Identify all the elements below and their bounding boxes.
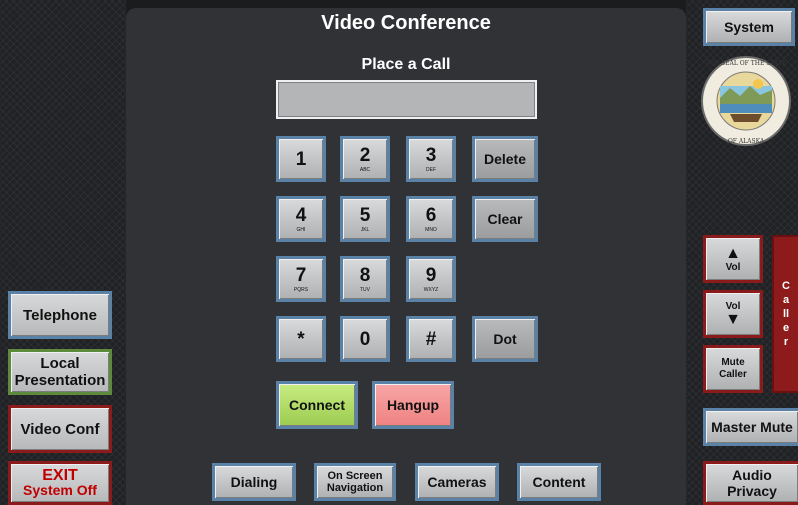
- volume-up-button[interactable]: ▲ Vol: [703, 235, 763, 283]
- state-seal-logo: THE SEAL OF THE STATE OF ALASKA: [701, 56, 791, 146]
- dot-label: Dot: [493, 331, 517, 347]
- video-conf-button[interactable]: Video Conf: [8, 405, 112, 453]
- key-9[interactable]: 9 WXYZ: [406, 256, 456, 302]
- key-9-letters: WXYZ: [423, 286, 439, 293]
- system-off-label: System Off: [23, 482, 97, 498]
- key-5-letters: JKL: [360, 226, 370, 233]
- key-2-digit: 2: [359, 144, 371, 166]
- key-2[interactable]: 2 ABC: [340, 136, 390, 182]
- connect-button[interactable]: Connect: [276, 381, 358, 429]
- master-mute-button[interactable]: Master Mute: [703, 408, 798, 446]
- key-hash-digit: #: [425, 328, 437, 350]
- triangle-down-icon: ▼: [725, 310, 741, 328]
- audio-privacy-button[interactable]: Audio Privacy: [703, 461, 798, 505]
- caller-side-tab[interactable]: Caller: [772, 235, 798, 393]
- key-4-digit: 4: [295, 204, 307, 226]
- telephone-button[interactable]: Telephone: [8, 291, 112, 339]
- key-1-digit: 1: [295, 148, 307, 170]
- mute-label: Mute: [721, 357, 745, 368]
- system-label: System: [724, 19, 774, 35]
- clear-button[interactable]: Clear: [472, 196, 538, 242]
- key-3-digit: 3: [425, 144, 437, 166]
- key-8[interactable]: 8 TUV: [340, 256, 390, 302]
- key-8-letters: TUV: [360, 286, 370, 293]
- tab-content-label: Content: [532, 474, 586, 490]
- vol-up-label: Vol: [725, 261, 741, 273]
- key-3-letters: DEF: [426, 166, 436, 173]
- key-7-digit: 7: [295, 264, 307, 286]
- key-4-letters: GHI: [296, 226, 306, 233]
- mute-caller-button[interactable]: Mute Caller: [703, 345, 763, 393]
- tab-cameras[interactable]: Cameras: [415, 463, 499, 501]
- tab-on-screen-label-line2: Navigation: [326, 482, 384, 494]
- local-presentation-line2: Presentation: [14, 372, 106, 389]
- privacy-label: Privacy: [727, 483, 777, 499]
- vol-down-label: Vol: [725, 300, 741, 312]
- key-star[interactable]: *: [276, 316, 326, 362]
- dot-button[interactable]: Dot: [472, 316, 538, 362]
- tab-cameras-label: Cameras: [427, 474, 487, 490]
- system-button[interactable]: System: [703, 8, 795, 46]
- clear-label: Clear: [487, 211, 523, 227]
- tab-dialing-label: Dialing: [230, 474, 278, 490]
- connect-label: Connect: [289, 397, 345, 413]
- key-hash[interactable]: #: [406, 316, 456, 362]
- key-0[interactable]: 0: [340, 316, 390, 362]
- seal-text-top: THE SEAL OF THE STATE: [706, 60, 787, 67]
- exit-system-off-button[interactable]: EXIT System Off: [8, 461, 112, 505]
- key-1[interactable]: 1: [276, 136, 326, 182]
- caller-label: Caller: [719, 369, 747, 380]
- key-star-digit: *: [297, 328, 305, 350]
- local-presentation-button[interactable]: Local Presentation: [8, 349, 112, 395]
- telephone-label: Telephone: [23, 306, 97, 324]
- tab-on-screen-navigation[interactable]: On Screen Navigation: [314, 463, 396, 501]
- seal-text-bottom: OF ALASKA: [728, 138, 765, 145]
- key-0-digit: 0: [359, 328, 371, 350]
- key-8-digit: 8: [359, 264, 371, 286]
- delete-label: Delete: [483, 151, 527, 167]
- key-6-digit: 6: [425, 204, 437, 226]
- dial-number-input[interactable]: [276, 80, 537, 119]
- key-5[interactable]: 5 JKL: [340, 196, 390, 242]
- key-7[interactable]: 7 PQRS: [276, 256, 326, 302]
- key-3[interactable]: 3 DEF: [406, 136, 456, 182]
- master-mute-label: Master Mute: [711, 419, 793, 435]
- page-title: Video Conference: [321, 12, 491, 34]
- key-2-letters: ABC: [359, 166, 371, 173]
- key-6[interactable]: 6 MNO: [406, 196, 456, 242]
- tab-on-screen-label-line1: On Screen: [327, 470, 383, 482]
- hangup-label: Hangup: [386, 397, 440, 413]
- triangle-up-icon: ▲: [725, 244, 741, 262]
- key-7-letters: PQRS: [293, 286, 309, 293]
- caller-side-tab-label: Caller: [782, 280, 790, 348]
- exit-label: EXIT: [42, 467, 78, 484]
- key-4[interactable]: 4 GHI: [276, 196, 326, 242]
- hangup-button[interactable]: Hangup: [372, 381, 454, 429]
- key-5-digit: 5: [359, 204, 371, 226]
- key-9-digit: 9: [425, 264, 437, 286]
- audio-label: Audio: [732, 467, 772, 483]
- key-6-letters: MNO: [425, 226, 437, 233]
- tab-content[interactable]: Content: [517, 463, 601, 501]
- delete-button[interactable]: Delete: [472, 136, 538, 182]
- page-subtitle: Place a Call: [361, 56, 451, 73]
- tab-dialing[interactable]: Dialing: [212, 463, 296, 501]
- video-conf-label: Video Conf: [20, 420, 100, 438]
- volume-down-button[interactable]: Vol ▼: [703, 290, 763, 338]
- local-presentation-line1: Local: [40, 355, 80, 372]
